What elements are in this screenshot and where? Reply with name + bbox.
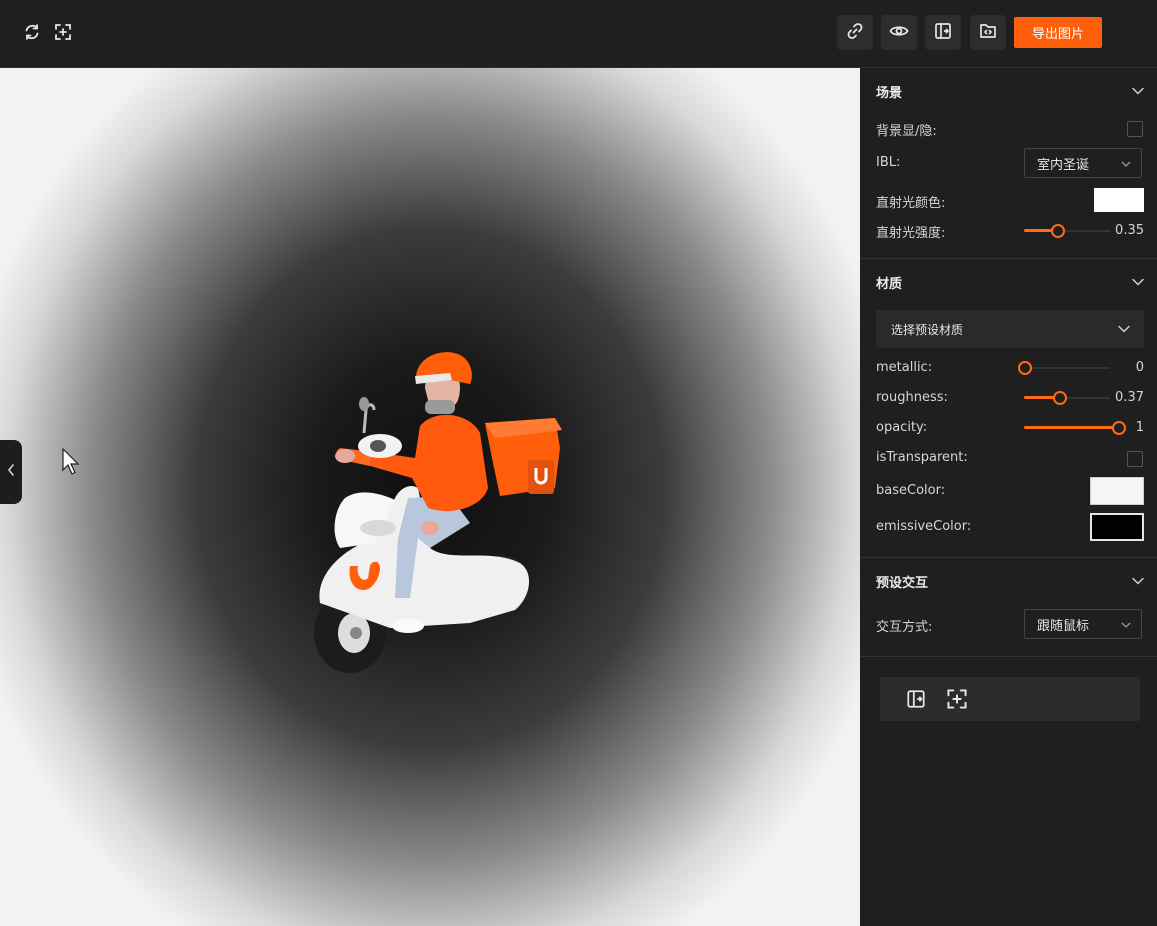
- ibl-label: IBL:: [876, 155, 901, 170]
- emissive-color-label: emissiveColor:: [876, 519, 972, 534]
- interaction-section-title: 预设交互: [876, 575, 929, 591]
- opacity-label: opacity:: [876, 420, 928, 435]
- metallic-slider[interactable]: [1018, 361, 1110, 375]
- code-button[interactable]: [970, 15, 1006, 50]
- base-color-label: baseColor:: [876, 483, 946, 498]
- opacity-slider[interactable]: [1024, 421, 1126, 435]
- roughness-label: roughness:: [876, 390, 948, 405]
- eye-icon: [889, 21, 909, 45]
- crosshair-icon[interactable]: [946, 688, 968, 714]
- light-intensity-label: 直射光强度:: [876, 226, 946, 241]
- light-color-swatch[interactable]: [1094, 188, 1144, 212]
- sidebar-toggle-button[interactable]: [0, 440, 22, 504]
- link-button[interactable]: [837, 15, 873, 50]
- chevron-left-icon: [6, 463, 16, 481]
- 3d-viewport[interactable]: [0, 68, 860, 926]
- scene-section-header[interactable]: 场景: [876, 81, 1144, 101]
- metallic-value: 0: [1135, 360, 1144, 375]
- material-preset-select[interactable]: 选择预设材质: [876, 310, 1144, 348]
- background-toggle-checkbox[interactable]: [1127, 121, 1143, 137]
- chevron-down-icon: [1132, 84, 1144, 99]
- preview-button[interactable]: [881, 15, 917, 50]
- scene-section-title: 场景: [876, 85, 903, 101]
- base-color-swatch[interactable]: [1090, 477, 1144, 505]
- folder-code-icon: [978, 21, 998, 45]
- roughness-slider[interactable]: [1024, 391, 1110, 405]
- bottom-toolbar: [880, 677, 1140, 721]
- emissive-color-swatch[interactable]: [1090, 513, 1144, 541]
- divider: [860, 557, 1157, 558]
- crosshair-icon[interactable]: [53, 22, 73, 42]
- ibl-select[interactable]: 室内圣诞: [1024, 148, 1142, 178]
- metallic-label: metallic:: [876, 360, 933, 375]
- opacity-value: 1: [1135, 420, 1144, 435]
- chevron-down-icon: [1121, 156, 1131, 171]
- exit-panel-button[interactable]: [925, 15, 961, 50]
- divider: [860, 656, 1157, 657]
- chevron-down-icon: [1132, 574, 1144, 589]
- delivery-rider-model: [300, 348, 570, 682]
- is-transparent-label: isTransparent:: [876, 450, 968, 465]
- refresh-icon[interactable]: [22, 22, 42, 42]
- chevron-down-icon: [1132, 275, 1144, 290]
- material-preset-placeholder: 选择预设材质: [891, 322, 964, 337]
- interaction-mode-select[interactable]: 跟随鼠标: [1024, 609, 1142, 639]
- material-section-header[interactable]: 材质: [876, 272, 1144, 292]
- chevron-down-icon: [1121, 617, 1131, 632]
- chevron-down-icon: [1118, 322, 1130, 336]
- is-transparent-checkbox[interactable]: [1127, 451, 1143, 467]
- ibl-select-value: 室内圣诞: [1037, 157, 1090, 173]
- light-intensity-value: 0.35: [1115, 223, 1144, 238]
- link-icon: [845, 21, 865, 45]
- divider: [860, 258, 1157, 259]
- light-intensity-slider[interactable]: [1024, 224, 1110, 238]
- mouse-cursor-icon: [62, 447, 82, 480]
- panel-exit-icon: [933, 21, 953, 45]
- top-toolbar: 导出图片: [0, 0, 1157, 68]
- export-image-button[interactable]: 导出图片: [1014, 17, 1102, 48]
- material-section-title: 材质: [876, 276, 903, 292]
- roughness-value: 0.37: [1115, 390, 1144, 405]
- background-toggle-label: 背景显/隐:: [876, 124, 937, 139]
- interaction-section-header[interactable]: 预设交互: [876, 571, 1144, 591]
- interaction-mode-label: 交互方式:: [876, 620, 933, 635]
- panel-exit-icon[interactable]: [905, 688, 927, 714]
- interaction-mode-value: 跟随鼠标: [1037, 618, 1090, 634]
- light-color-label: 直射光颜色:: [876, 196, 946, 211]
